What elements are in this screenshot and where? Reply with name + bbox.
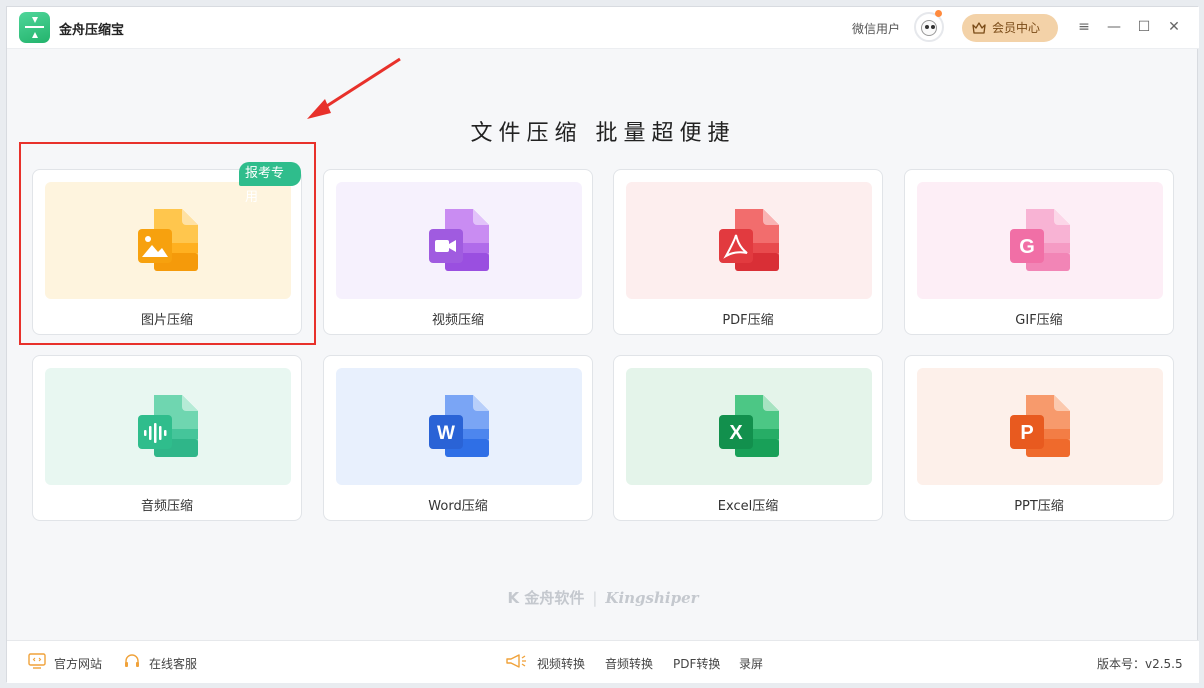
watermark-logo-icon: K <box>507 589 525 607</box>
version-label: 版本号：v2.5.5 <box>1097 657 1183 671</box>
service-link[interactable]: 在线客服 <box>149 655 197 672</box>
card-ppt-compress[interactable]: P PPT压缩 <box>904 355 1174 521</box>
excel-file-icon: X <box>719 395 779 457</box>
card-video-compress[interactable]: 视频压缩 <box>323 169 593 335</box>
footer-link-record[interactable]: 录屏 <box>739 655 763 672</box>
video-file-icon <box>429 209 489 271</box>
vip-center-label: 会员中心 <box>992 21 1041 35</box>
svg-text:X: X <box>729 422 743 444</box>
gif-file-icon: G <box>1010 209 1070 271</box>
pdf-file-icon <box>719 209 779 271</box>
footer-link-audio[interactable]: 音频转换 <box>605 655 653 672</box>
footer-link-video[interactable]: 视频转换 <box>537 655 585 672</box>
avatar-badge-icon <box>935 10 942 17</box>
brand-watermark: K 金舟软件 | Kingshiper <box>7 587 1199 608</box>
minimize-icon[interactable]: — <box>1105 18 1123 36</box>
crown-icon <box>972 22 986 34</box>
word-file-icon: W <box>429 395 489 457</box>
card-label: PDF压缩 <box>722 313 774 328</box>
card-word-compress[interactable]: W Word压缩 <box>323 355 593 521</box>
footer-bar: 官方网站 在线客服 视频转换 音频转换 PDF转换 录屏 版本号：v2.5.5 <box>7 640 1199 683</box>
svg-text:G: G <box>1019 236 1035 258</box>
close-icon[interactable]: ✕ <box>1165 18 1183 36</box>
menu-icon[interactable]: ≡ <box>1075 18 1093 36</box>
annotation-arrow-icon <box>307 57 401 119</box>
ppt-file-icon: P <box>1010 395 1070 457</box>
watermark-cn: 金舟软件 <box>524 589 585 607</box>
website-link[interactable]: 官方网站 <box>54 655 102 672</box>
app-window: 金舟压缩宝 微信用户 会员中心 ≡ — ☐ ✕ 文件压缩 批量超便捷 图片压缩 … <box>6 6 1199 683</box>
headset-icon <box>125 654 139 667</box>
card-audio-compress[interactable]: 音频压缩 <box>32 355 302 521</box>
highlight-box <box>19 142 316 345</box>
vip-center-button[interactable]: 会员中心 <box>962 14 1058 42</box>
watermark-sep: | <box>592 589 598 607</box>
card-label: 音频压缩 <box>140 499 193 514</box>
footer-link-pdf[interactable]: PDF转换 <box>673 655 720 672</box>
card-gif-compress[interactable]: G GIF压缩 <box>904 169 1174 335</box>
card-label: 视频压缩 <box>431 313 484 328</box>
card-label: Excel压缩 <box>717 499 779 514</box>
card-pdf-compress[interactable]: PDF压缩 <box>613 169 883 335</box>
svg-text:P: P <box>1020 422 1033 444</box>
card-label: Word压缩 <box>428 499 488 514</box>
website-icon <box>28 653 46 669</box>
svg-text:W: W <box>437 423 455 444</box>
maximize-icon[interactable]: ☐ <box>1135 18 1153 36</box>
megaphone-icon <box>506 654 526 668</box>
audio-file-icon <box>138 395 198 457</box>
card-excel-compress[interactable]: X Excel压缩 <box>613 355 883 521</box>
card-label: GIF压缩 <box>1015 313 1063 328</box>
watermark-en: Kingshiper <box>605 589 699 607</box>
user-name[interactable]: 微信用户 <box>852 20 900 37</box>
card-label: PPT压缩 <box>1014 499 1064 514</box>
